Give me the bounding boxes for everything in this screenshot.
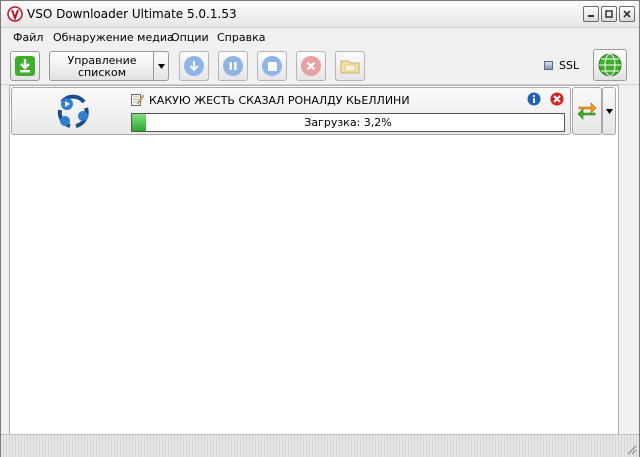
add-download-button[interactable]: [10, 51, 40, 81]
maximize-button[interactable]: [601, 6, 617, 22]
list-management-dropdown[interactable]: [153, 52, 168, 80]
delete-x-icon: [301, 56, 321, 76]
menu-options[interactable]: Опции: [171, 31, 209, 44]
menu-file[interactable]: Файл: [13, 31, 43, 44]
pause-button[interactable]: [218, 51, 248, 81]
ssl-checkbox[interactable]: [544, 61, 553, 70]
start-download-button[interactable]: [179, 51, 209, 81]
toolbar: Управление списком SSL: [1, 48, 639, 85]
convert-button[interactable]: [572, 87, 602, 135]
maximize-icon: [605, 10, 613, 18]
close-window-button[interactable]: [619, 6, 635, 22]
minimize-icon: [588, 15, 594, 17]
minimize-button[interactable]: [583, 6, 599, 22]
download-item[interactable]: КАКУЮ ЖЕСТЬ СКАЗАЛ РОНАЛДУ КЬЕЛЛИНИ Загр…: [11, 87, 571, 135]
delete-button[interactable]: [296, 51, 326, 81]
list-management-label: Управление списком: [67, 54, 137, 79]
close-icon: [623, 10, 631, 18]
globe-icon: [598, 53, 622, 77]
ssl-label: SSL: [559, 59, 580, 72]
browser-button[interactable]: [593, 49, 627, 81]
open-folder-button[interactable]: [335, 51, 365, 81]
convert-dropdown[interactable]: [602, 87, 616, 135]
window-title: VSO Downloader Ultimate 5.0.1.53: [27, 7, 237, 21]
app-logo-icon: [7, 6, 23, 22]
menu-media-detection[interactable]: Обнаружение медиа: [53, 31, 174, 44]
stop-icon: [262, 56, 282, 76]
app-window: VSO Downloader Ultimate 5.0.1.53 Файл Об…: [0, 0, 640, 457]
download-list: КАКУЮ ЖЕСТЬ СКАЗАЛ РОНАЛДУ КЬЕЛЛИНИ Загр…: [9, 85, 619, 435]
pause-icon: [223, 56, 243, 76]
download-progress-label: Загрузка: 3,2%: [304, 116, 392, 129]
remove-item-icon[interactable]: [550, 92, 564, 106]
menu-help[interactable]: Справка: [217, 31, 265, 44]
title-bar[interactable]: VSO Downloader Ultimate 5.0.1.53: [1, 1, 639, 28]
download-progress-bar: Загрузка: 3,2%: [131, 113, 565, 132]
download-title: КАКУЮ ЖЕСТЬ СКАЗАЛ РОНАЛДУ КЬЕЛЛИНИ: [149, 94, 410, 107]
info-icon[interactable]: [527, 92, 541, 106]
list-management-button[interactable]: Управление списком: [49, 51, 169, 81]
caret-down-icon: [157, 63, 165, 69]
caret-down-icon: [606, 109, 613, 114]
stop-button[interactable]: [257, 51, 287, 81]
window-controls: [583, 6, 635, 22]
convert-arrows-icon: [577, 102, 597, 120]
resize-grip-icon[interactable]: [625, 443, 637, 455]
edit-title-icon: [131, 94, 144, 106]
media-file-icon: [57, 94, 89, 128]
download-icon: [15, 56, 35, 76]
start-arrow-icon: [184, 56, 204, 76]
status-bar: [1, 434, 639, 457]
folder-icon: [340, 60, 360, 74]
menu-bar: Файл Обнаружение медиа Опции Справка: [1, 28, 639, 48]
